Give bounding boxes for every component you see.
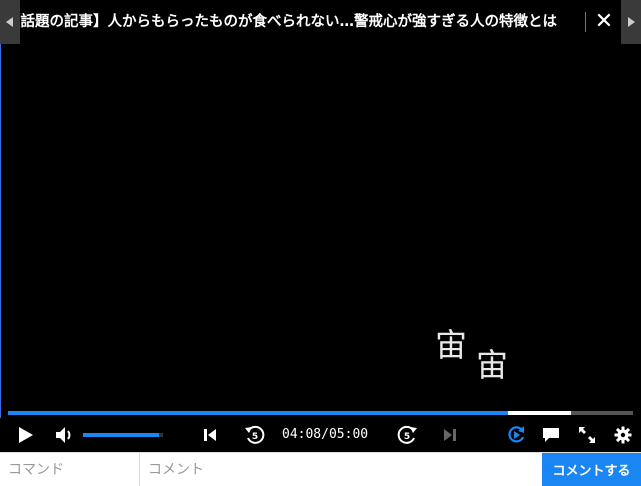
control-bar: 5 04:08/05:00 5 [0,418,641,452]
fullscreen-button[interactable] [575,418,599,452]
title-separator [585,12,586,32]
current-time: 04:08 [282,427,322,442]
time-separator: / [321,427,329,442]
rewind-seconds: 5 [252,432,258,442]
speech-bubble-icon [543,428,559,442]
play-icon [19,427,33,443]
forward-5-icon: 5 [397,425,417,444]
skip-to-next-button[interactable] [438,418,462,452]
seek-bar-played [8,411,508,415]
fullscreen-icon [579,427,595,443]
gear-icon [614,426,632,444]
comment-input-row: コメントする [0,452,641,486]
loop-icon [508,426,525,443]
volume-icon [56,427,71,443]
video-title: 【話題の記事】人からもらったものが食べられない…警戒心が強すぎる人の特徴とは [6,14,557,30]
video-player[interactable]: 【話題の記事】人からもらったものが食べられない…警戒心が強すぎる人の特徴とは ✕… [0,0,641,486]
title-next-button[interactable] [621,0,641,44]
command-input[interactable] [0,453,140,486]
comment-input[interactable] [140,453,542,486]
scrolling-comment: 宙 [435,326,468,364]
title-prev-button[interactable] [0,0,20,44]
time-display: 04:08/05:00 [282,418,368,452]
duration: 05:00 [328,427,369,442]
rewind-5-button[interactable]: 5 [242,418,268,452]
settings-button[interactable] [611,418,635,452]
loop-button[interactable] [503,418,529,452]
skip-to-start-button[interactable] [198,418,222,452]
skip-back-icon [204,429,216,441]
title-bar: 【話題の記事】人からもらったものが食べられない…警戒心が強すぎる人の特徴とは ✕ [0,0,641,44]
volume-slider-fill [83,433,159,437]
forward-5-button[interactable]: 5 [394,418,420,452]
skip-forward-icon [444,429,456,441]
seek-bar[interactable] [8,411,633,415]
rewind-5-icon: 5 [245,425,265,444]
play-button[interactable] [12,418,38,452]
volume-button[interactable] [53,418,77,452]
submit-comment-button[interactable]: コメントする [542,453,641,486]
forward-seconds: 5 [404,432,410,442]
scrolling-comment: 宙 [476,346,509,384]
triangle-right-icon [628,17,635,27]
comment-toggle-button[interactable] [539,418,563,452]
volume-slider[interactable] [83,433,163,437]
close-button[interactable]: ✕ [594,10,614,34]
player-left-border [0,0,1,452]
triangle-left-icon [6,17,13,27]
